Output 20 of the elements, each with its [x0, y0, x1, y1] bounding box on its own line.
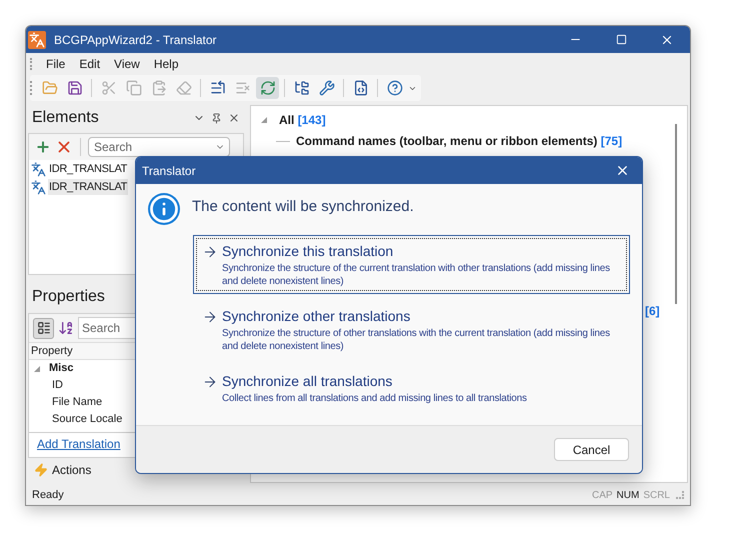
panel-title: Properties: [32, 287, 105, 307]
option-description: Synchronize the structure of other translations with the current translation (add missing lines and delete nonexistent lines): [222, 327, 611, 353]
property-name: ID: [52, 378, 63, 394]
dialog-title: Translator: [142, 162, 197, 180]
option-description: Collect lines from all translations and add missing lines to all translations: [222, 392, 528, 405]
actions-label: Actions: [52, 462, 92, 479]
option-title: Synchronize other translations: [222, 307, 410, 326]
option-title: Synchronize all translations: [222, 372, 392, 391]
status-text: Ready: [32, 488, 65, 503]
property-name: File Name: [52, 395, 102, 410]
panel-title: Elements: [32, 108, 100, 128]
option-title: Synchronize this translation: [222, 242, 394, 261]
property-name: Source Locale: [52, 412, 122, 428]
window-title: BCGPAppWizard2 - Translator: [54, 32, 216, 48]
status-indicator: NUM: [616, 488, 640, 502]
dialog-message: The content will be synchronized.: [192, 196, 414, 217]
option-description: Synchronize the structure of the current translation with other translations (add missing lines and delete nonexistent lines): [222, 262, 611, 288]
status-indicator: SCRL: [643, 488, 670, 502]
status-indicator: CAP: [592, 488, 613, 502]
category-label: Misc: [49, 361, 74, 376]
